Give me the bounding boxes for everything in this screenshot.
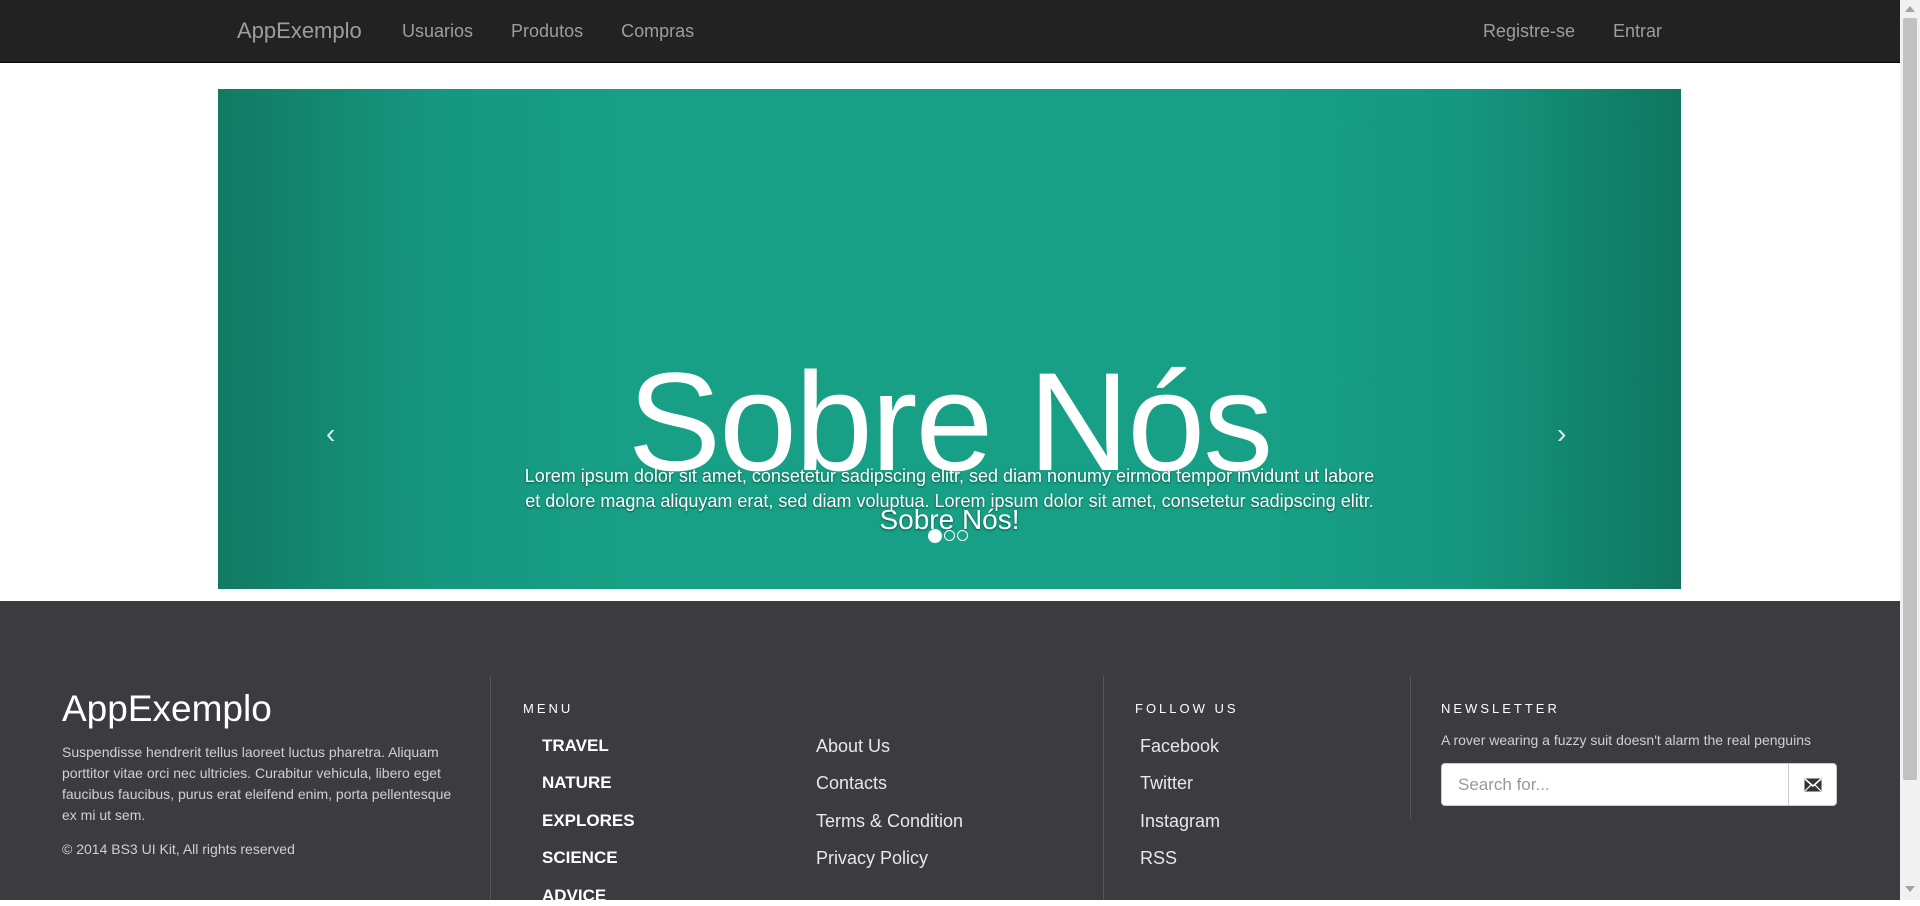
footer-follow-heading: FOLLOW US [1135,701,1239,716]
envelope-icon [1803,777,1822,791]
carousel-next-control[interactable]: › [1557,419,1566,449]
nav-link-produtos[interactable]: Produtos [511,21,583,42]
newsletter-search-input[interactable] [1442,764,1788,805]
footer-link-contacts[interactable]: Contacts [816,773,887,794]
carousel-indicator-2[interactable] [944,530,955,541]
nav-link-register[interactable]: Registre-se [1483,21,1575,42]
top-navbar: AppExemplo Usuarios Produtos Compras Reg… [0,0,1900,63]
nav-link-usuarios[interactable]: Usuarios [402,21,473,42]
carousel-caption-text: Lorem ipsum dolor sit amet, consetetur s… [524,466,1375,511]
footer-category-nature[interactable]: NATURE [542,773,612,793]
footer-category-explores[interactable]: EXPLORES [542,811,635,831]
carousel-indicator-3[interactable] [957,530,968,541]
footer-category-advice[interactable]: ADVICE [542,886,606,906]
scroll-down-arrow-icon[interactable] [1905,886,1915,892]
hero-carousel: Sobre Nós ‹ › Sobre Nós! Lorem ipsum dol… [218,89,1681,589]
footer-brand: AppExemplo [62,688,272,729]
footer-link-twitter[interactable]: Twitter [1140,773,1193,794]
site-footer: AppExemplo Suspendisse hendrerit tellus … [0,601,1900,905]
footer-newsletter-heading: NEWSLETTER [1441,701,1560,716]
footer-description: Suspendisse hendrerit tellus laoreet luc… [62,744,452,823]
footer-divider [490,676,491,900]
newsletter-submit-button[interactable] [1788,764,1836,805]
navbar-left-links: Usuarios Produtos Compras [402,21,694,42]
footer-copyright: © 2014 BS3 UI Kit, All rights reserved [62,841,295,857]
scroll-up-arrow-icon[interactable] [1905,6,1915,12]
nav-link-compras[interactable]: Compras [621,21,694,42]
page-scrollbar[interactable] [1900,0,1920,900]
footer-link-instagram[interactable]: Instagram [1140,811,1220,832]
footer-menu-heading: MENU [523,701,574,716]
newsletter-tagline: A rover wearing a fuzzy suit doesn't ala… [1441,732,1811,748]
navbar-brand[interactable]: AppExemplo [237,18,362,44]
scrollbar-thumb[interactable] [1903,18,1917,780]
carousel-prev-control[interactable]: ‹ [326,419,335,449]
carousel-indicator-1[interactable] [928,529,942,543]
newsletter-input-group [1441,763,1837,806]
footer-divider [1103,676,1104,900]
carousel-indicators [928,529,968,543]
footer-category-science[interactable]: SCIENCE [542,848,618,868]
footer-link-about-us[interactable]: About Us [816,736,890,757]
footer-link-privacy[interactable]: Privacy Policy [816,848,928,869]
nav-link-login[interactable]: Entrar [1613,21,1662,42]
footer-link-terms[interactable]: Terms & Condition [816,811,963,832]
footer-link-facebook[interactable]: Facebook [1140,736,1219,757]
footer-divider [1410,676,1411,819]
navbar-right-links: Registre-se Entrar [1483,21,1662,42]
footer-category-travel[interactable]: TRAVEL [542,736,609,756]
footer-link-rss[interactable]: RSS [1140,848,1177,869]
